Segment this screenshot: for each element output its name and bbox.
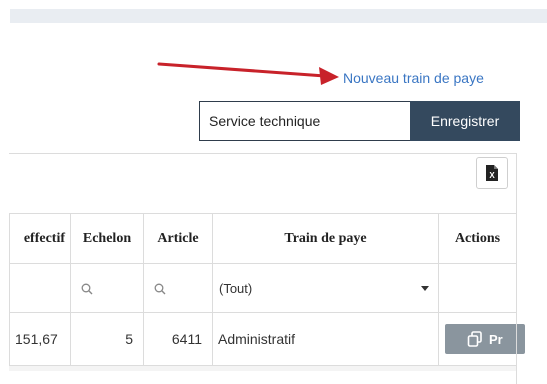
top-bar (10, 9, 547, 23)
col-header-actions: Actions (438, 213, 517, 264)
filter-echelon[interactable] (70, 263, 144, 313)
export-excel-button[interactable]: X (476, 157, 508, 189)
col-header-effectif[interactable]: effectif (9, 213, 71, 264)
cell-article: 6411 (143, 312, 213, 366)
cell-actions: Pr (438, 312, 525, 366)
cell-echelon: 5 (70, 312, 144, 366)
filter-row: (Tout) (9, 263, 517, 313)
header-row: effectif Echelon Article Train de paye A… (9, 213, 517, 264)
save-form: Enregistrer (199, 101, 520, 141)
pay-train-table: effectif Echelon Article Train de paye A… (9, 213, 525, 366)
cell-effectif: 151,67 (9, 312, 71, 366)
train-name-input[interactable] (199, 101, 410, 141)
search-icon (154, 283, 166, 295)
excel-file-icon: X (486, 165, 498, 181)
col-header-article[interactable]: Article (143, 213, 213, 264)
search-icon (81, 283, 93, 295)
train-filter-select[interactable]: (Tout) (219, 273, 429, 303)
row-action-button[interactable]: Pr (445, 324, 525, 354)
red-arrow-annotation (157, 62, 339, 85)
filter-train-de-paye[interactable]: (Tout) (212, 263, 439, 313)
new-pay-train-link[interactable]: Nouveau train de paye (343, 70, 484, 86)
filter-actions (438, 263, 517, 313)
filter-article[interactable] (143, 263, 213, 313)
chevron-down-icon (421, 285, 429, 291)
copy-icon (467, 331, 482, 347)
col-header-echelon[interactable]: Echelon (70, 213, 144, 264)
next-row-edge (9, 366, 516, 371)
table-row: 151,67 5 6411 Administratif Pr (9, 312, 525, 366)
row-action-label: Pr (489, 331, 503, 347)
svg-text:X: X (489, 171, 495, 180)
cell-train-de-paye: Administratif (212, 312, 439, 366)
train-filter-value: (Tout) (219, 280, 253, 296)
filter-effectif (9, 263, 71, 313)
col-header-train-de-paye[interactable]: Train de paye (212, 213, 439, 264)
save-button[interactable]: Enregistrer (410, 101, 520, 141)
